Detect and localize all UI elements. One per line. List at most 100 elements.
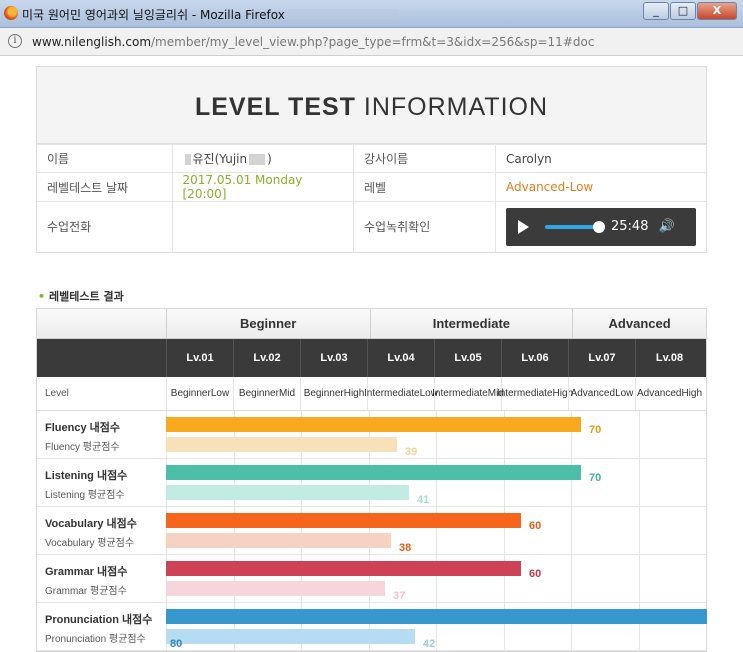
window-controls: _ □ X (642, 2, 737, 20)
grid-line (638, 555, 707, 602)
window-title: 미국 원어민 영어과외 닐잉글리쉬 - Mozilla Firefox (22, 8, 285, 22)
level-number-4: Lv.04 (367, 339, 434, 377)
maximize-button[interactable]: □ (670, 2, 696, 20)
skill-row: Listening 내점수 Listening 평균점수 70 41 (37, 459, 706, 507)
level-number-5: Lv.05 (434, 339, 501, 377)
firefox-icon (4, 6, 18, 20)
level-name-2: Beginner Mid (233, 377, 300, 410)
my-score-value: 60 (529, 520, 542, 532)
results-table: Beginner Intermediate Advanced Lv.01 Lv.0… (36, 308, 707, 652)
section-title-text: 레벨테스트 결과 (49, 290, 124, 303)
level-name-row: Level Beginner Low Beginner Mid Beginner High… (37, 377, 706, 411)
average-score-value: 38 (399, 542, 412, 554)
level-name-line1: Beginner (303, 388, 344, 399)
skill-row: Pronunciation 내점수 Pronunciation 평균점수 80 42 (37, 603, 707, 651)
recording-cell: 25:48 🔊 (495, 201, 706, 252)
phone-label: 수업전화 (37, 201, 172, 252)
name-value: 유진(Yujin) (171, 144, 354, 173)
level-test-info-box: LEVEL TEST INFORMATION 이름 유진(Yujin) 강사이름… (36, 66, 707, 253)
grid-line (638, 507, 707, 554)
my-score-label: Fluency 내점수 (45, 422, 120, 434)
level-name-8: Advanced High (635, 377, 703, 410)
page-title: LEVEL TEST INFORMATION (195, 93, 548, 122)
skill-labels: Fluency 내점수 Fluency 평균점수 (37, 411, 166, 458)
average-score-label: Listening 평균점수 (45, 490, 125, 501)
minimize-button[interactable]: _ (643, 2, 669, 20)
level-name-line2: High (343, 388, 365, 399)
my-score-value: 70 (589, 424, 602, 436)
url-domain: www.nilenglish.com (32, 35, 152, 49)
average-score-value: 41 (417, 494, 430, 506)
level-number-7: Lv.07 (568, 339, 635, 377)
skill-labels: Vocabulary 내점수 Vocabulary 평균점수 (37, 507, 166, 554)
teacher-label: 강사이름 (353, 144, 496, 173)
skill-labels: Grammar 내점수 Grammar 평균점수 (37, 555, 166, 602)
average-score-value: 42 (423, 638, 436, 650)
level-label: 레벨 (353, 172, 496, 202)
my-score-label: Listening 내점수 (45, 470, 128, 482)
level-name-line2: Low (615, 388, 634, 399)
level-name-line1: Beginner (238, 388, 279, 399)
my-score-bar (166, 513, 521, 528)
phone-value (171, 201, 354, 252)
level-header: Level (45, 388, 69, 399)
group-advanced: Advanced (572, 309, 706, 338)
redacted-block (249, 154, 266, 165)
skill-row: Fluency 내점수 Fluency 평균점수 70 39 (37, 411, 706, 459)
level-name-line2: Mid (278, 388, 296, 399)
level-name-line2: Low (210, 388, 230, 399)
level-number-2: Lv.02 (233, 339, 300, 377)
level-name-line1: Intermediate (432, 388, 488, 399)
recording-label: 수업녹취확인 (353, 201, 496, 252)
level-name-1: Beginner Low (166, 377, 233, 410)
grid-line (638, 459, 707, 506)
my-score-label: Pronunciation 내점수 (45, 614, 153, 626)
info-icon[interactable]: i (8, 34, 22, 48)
my-score-bar (166, 465, 581, 480)
level-number-1: Lv.01 (166, 339, 233, 377)
my-score-value: 60 (529, 568, 542, 580)
group-header-empty (37, 309, 166, 338)
skills-container: Fluency 내점수 Fluency 평균점수 70 39 Listening 내점수… (37, 411, 707, 651)
window-titlebar: 미국 원어민 영어과외 닐잉글리쉬 - Mozilla Firefox _ □ … (0, 0, 743, 28)
page-content: LEVEL TEST INFORMATION 이름 유진(Yujin) 강사이름… (0, 56, 743, 652)
seek-knob[interactable] (593, 220, 605, 233)
my-score-bar (166, 561, 521, 576)
average-score-bar (166, 629, 415, 644)
level-number-empty (37, 339, 166, 377)
level-name-line2: High (681, 388, 703, 399)
level-number-row: Lv.01 Lv.02 Lv.03 Lv.04 Lv.05 Lv.06 Lv.07 Lv.08 (37, 339, 706, 377)
level-number-6: Lv.06 (501, 339, 568, 377)
level-name-3: Beginner High (300, 377, 367, 410)
my-score-bar (166, 417, 581, 432)
page-title-light: INFORMATION (355, 93, 549, 121)
grid-line (571, 459, 639, 506)
skill-labels: Listening 내점수 Listening 평균점수 (37, 459, 166, 506)
name-value-text: 유진(Yujin (192, 152, 248, 166)
my-score-bar (166, 609, 707, 624)
grid-line (571, 507, 639, 554)
close-button[interactable]: X (697, 2, 737, 20)
url-text[interactable]: www.nilenglish.com/member/my_level_view.… (32, 35, 594, 49)
average-score-label: Pronunciation 평균점수 (45, 634, 146, 645)
level-name-line1: Intermediate (496, 388, 553, 399)
volume-icon[interactable]: 🔊 (658, 219, 674, 234)
address-bar[interactable]: i www.nilenglish.com/member/my_level_vie… (0, 28, 743, 56)
test-date-value: 2017.05.01 Monday [20:00] (171, 172, 354, 202)
skill-row: Vocabulary 내점수 Vocabulary 평균점수 60 38 (37, 507, 706, 555)
group-intermediate: Intermediate (369, 309, 573, 338)
average-score-label: Grammar 평균점수 (45, 586, 127, 597)
seek-slider[interactable] (545, 220, 605, 233)
average-score-bar (166, 581, 385, 596)
my-score-label: Vocabulary 내점수 (45, 518, 137, 530)
name-value-end: ) (267, 152, 272, 166)
skill-labels: Pronunciation 내점수 Pronunciation 평균점수 (37, 603, 166, 650)
name-label: 이름 (37, 144, 172, 173)
level-name-line1: Advanced (636, 388, 682, 399)
my-score-value: 80 (170, 638, 183, 650)
play-icon[interactable] (518, 219, 529, 234)
grid-line (571, 555, 639, 602)
level-name-6: Intermediate High (497, 377, 573, 410)
level-number-8: Lv.08 (635, 339, 703, 377)
player-time: 25:48 (611, 219, 649, 235)
